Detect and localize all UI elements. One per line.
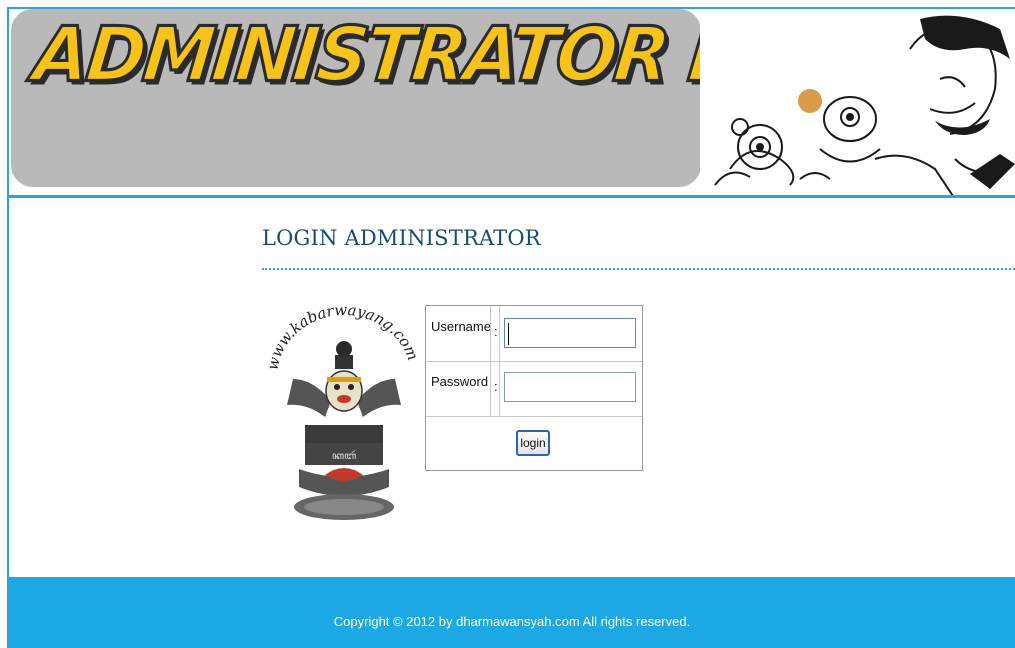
kabarwayang-garuda-logo-icon: www.kabarwayang.com ꦏꦧꦂ bbox=[265, 301, 422, 520]
row-divider bbox=[426, 416, 642, 417]
copyright-text: Copyright © 2012 by dharmawansyah.com Al… bbox=[333, 614, 691, 629]
username-separator: : bbox=[494, 324, 498, 339]
text-caret bbox=[508, 323, 509, 345]
password-label: Password bbox=[431, 374, 489, 389]
footer: Copyright © 2012 by dharmawansyah.com Al… bbox=[9, 577, 1015, 648]
svg-text:ꦏꦧꦂ: ꦏꦧꦂ bbox=[332, 450, 356, 462]
title-divider bbox=[262, 268, 1015, 270]
password-input[interactable] bbox=[504, 372, 636, 402]
username-label: Username bbox=[431, 319, 491, 334]
page-title: LOGIN ADMINISTRATOR bbox=[262, 226, 541, 250]
wayang-comic-illustration-icon bbox=[700, 9, 1015, 195]
username-input[interactable] bbox=[504, 318, 636, 348]
password-separator: : bbox=[494, 379, 498, 394]
row-divider bbox=[426, 361, 642, 362]
header-divider bbox=[9, 195, 1015, 198]
login-button[interactable]: login bbox=[516, 430, 550, 456]
